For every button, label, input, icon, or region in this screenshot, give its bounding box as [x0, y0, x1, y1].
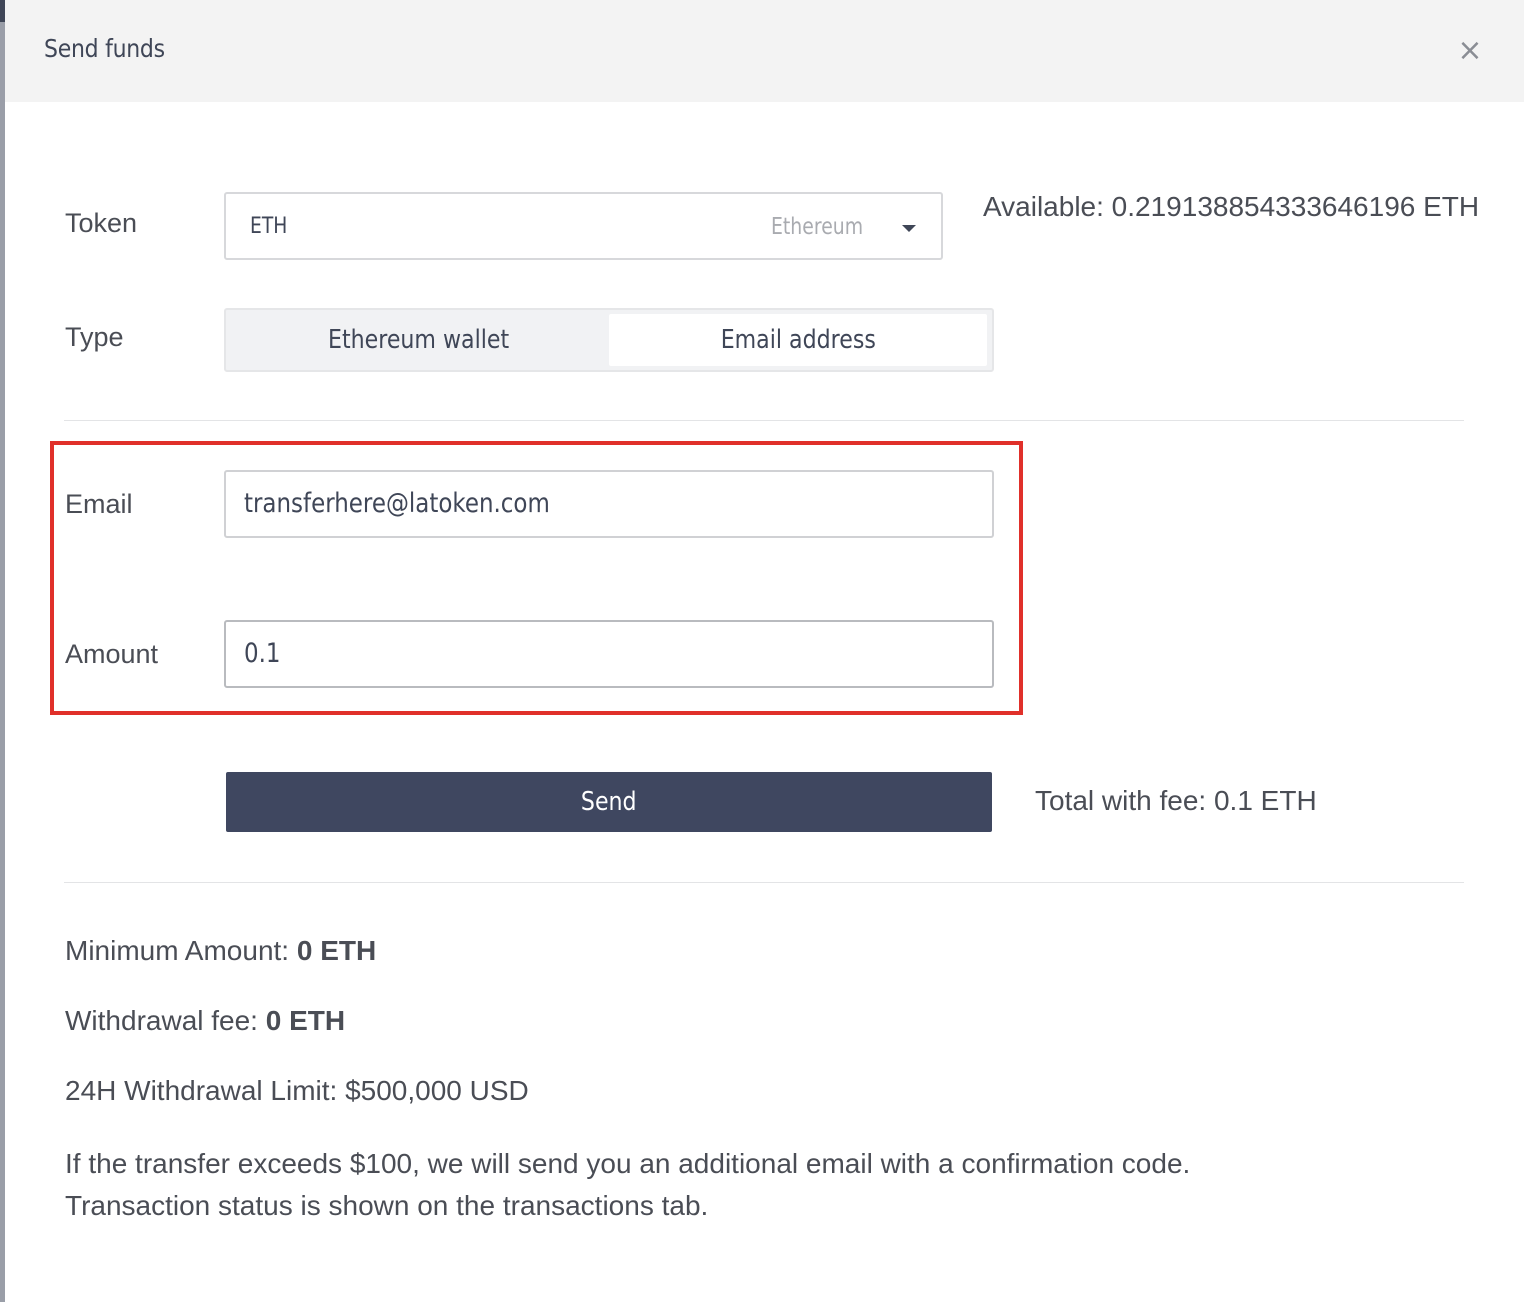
chevron-down-icon: [902, 225, 916, 232]
notice-line: Transaction status is shown on the trans…: [65, 1190, 709, 1221]
modal-title: Send funds: [44, 34, 165, 63]
send-button-label: Send: [581, 787, 637, 817]
send-funds-modal: Send funds × Token ETH Ethereum Availabl…: [5, 0, 1524, 1302]
minimum-amount-label: Minimum Amount:: [65, 935, 290, 966]
amount-field[interactable]: 0.1: [224, 620, 994, 688]
amount-value: 0.1: [244, 638, 281, 669]
token-code: ETH: [250, 214, 288, 239]
type-toggle: Ethereum wallet Email address: [224, 308, 994, 372]
minimum-amount: Minimum Amount: 0 ETH: [65, 935, 376, 967]
email-label: Email: [65, 489, 133, 519]
type-label: Type: [65, 322, 124, 352]
total-with-fee: Total with fee: 0.1 ETH: [1035, 785, 1317, 816]
available-balance: Available: 0.219138854333646196 ETH: [983, 191, 1480, 222]
divider: [64, 420, 1464, 421]
token-label: Token: [65, 208, 138, 238]
email-value: transferhere@latoken.com: [244, 488, 550, 519]
withdrawal-limit: 24H Withdrawal Limit: $500,000 USD: [65, 1075, 529, 1106]
amount-label: Amount: [65, 639, 159, 669]
token-name: Ethereum: [771, 214, 864, 240]
close-icon[interactable]: ×: [1453, 36, 1487, 70]
withdrawal-fee-value: 0 ETH: [265, 1005, 346, 1036]
type-option-email-address[interactable]: Email address: [609, 314, 987, 366]
token-select[interactable]: ETH Ethereum: [224, 192, 943, 260]
transfer-notice: If the transfer exceeds $100, we will se…: [65, 1143, 1465, 1227]
email-field[interactable]: transferhere@latoken.com: [224, 470, 994, 538]
type-option-label: Ethereum wallet: [328, 325, 510, 355]
divider: [64, 882, 1464, 883]
type-option-label: Email address: [720, 325, 876, 355]
withdrawal-fee-label: Withdrawal fee:: [65, 1005, 258, 1036]
withdrawal-fee: Withdrawal fee: 0 ETH: [65, 1005, 345, 1037]
type-option-ethereum-wallet[interactable]: Ethereum wallet: [230, 314, 608, 366]
modal-header: Send funds ×: [5, 0, 1524, 102]
notice-line: If the transfer exceeds $100, we will se…: [65, 1148, 1191, 1179]
send-button[interactable]: Send: [226, 772, 992, 832]
minimum-amount-value: 0 ETH: [296, 935, 377, 966]
